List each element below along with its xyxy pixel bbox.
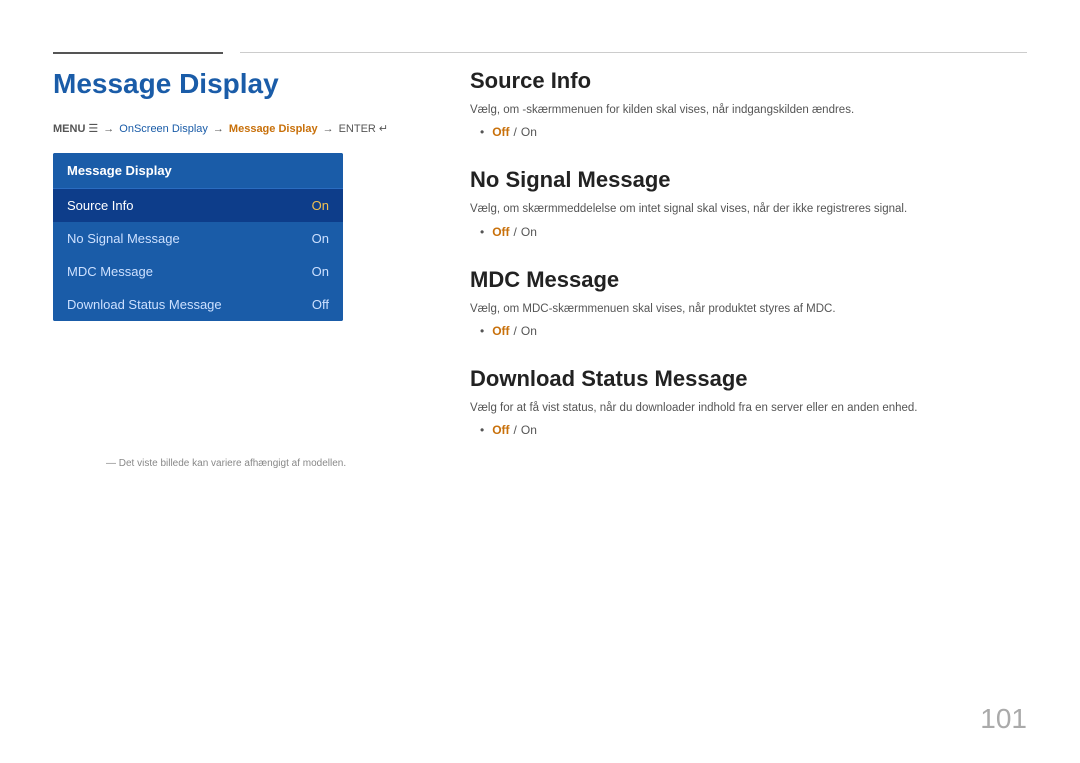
menu-item-download-value: Off: [312, 297, 329, 312]
section-no-signal-title: No Signal Message: [470, 167, 1030, 193]
bullet-no-signal: •: [480, 225, 484, 239]
menu-item-no-signal-message[interactable]: No Signal Message On: [53, 222, 343, 255]
footnote: — Det viste billede kan variere afhængig…: [106, 458, 346, 469]
option-mdc-sep: /: [514, 324, 517, 338]
section-source-info-options: • Off / On: [480, 125, 1030, 139]
menu-box-title: Message Display: [53, 153, 343, 189]
option-no-signal-sep: /: [514, 225, 517, 239]
section-mdc-options: • Off / On: [480, 324, 1030, 338]
left-panel: Message Display MENU ☰ → OnScreen Displa…: [53, 68, 413, 321]
section-no-signal-options: • Off / On: [480, 225, 1030, 239]
section-no-signal-desc: Vælg, om skærmmeddelelse om intet signal…: [470, 201, 1030, 218]
section-download-desc: Vælg for at få vist status, når du downl…: [470, 400, 1030, 417]
option-no-signal-on: On: [521, 225, 537, 239]
menu-item-download-status[interactable]: Download Status Message Off: [53, 288, 343, 321]
menu-box: Message Display Source Info On No Signal…: [53, 153, 343, 321]
option-download-on: On: [521, 423, 537, 437]
menu-item-source-info-label: Source Info: [67, 198, 134, 213]
menu-item-download-label: Download Status Message: [67, 297, 222, 312]
menu-item-no-signal-label: No Signal Message: [67, 231, 180, 246]
section-download-options: • Off / On: [480, 423, 1030, 437]
option-source-info-sep: /: [514, 125, 517, 139]
breadcrumb-item-1: OnScreen Display: [119, 123, 208, 135]
breadcrumb-arrow-3: →: [323, 123, 334, 135]
breadcrumb-menu-symbol: ☰: [88, 122, 98, 135]
top-line-right: [240, 52, 1027, 53]
option-source-info-on: On: [521, 125, 537, 139]
bullet-mdc: •: [480, 324, 484, 338]
breadcrumb: MENU ☰ → OnScreen Display → Message Disp…: [53, 122, 413, 135]
menu-item-mdc-label: MDC Message: [67, 264, 153, 279]
breadcrumb-arrow-2: →: [213, 123, 224, 135]
option-download-sep: /: [514, 423, 517, 437]
right-panel: Source Info Vælg, om -skærmmenuen for ki…: [470, 68, 1030, 465]
section-mdc-desc: Vælg, om MDC-skærmmenuen skal vises, når…: [470, 301, 1030, 318]
breadcrumb-item-2: Message Display: [229, 123, 318, 135]
section-mdc: MDC Message Vælg, om MDC-skærmmenuen ska…: [470, 267, 1030, 338]
bullet-source-info: •: [480, 125, 484, 139]
section-mdc-title: MDC Message: [470, 267, 1030, 293]
breadcrumb-arrow-1: →: [103, 123, 114, 135]
menu-item-mdc-message[interactable]: MDC Message On: [53, 255, 343, 288]
breadcrumb-enter: ENTER ↵: [339, 122, 389, 135]
top-line-left: [53, 52, 223, 54]
section-source-info: Source Info Vælg, om -skærmmenuen for ki…: [470, 68, 1030, 139]
section-source-info-desc: Vælg, om -skærmmenuen for kilden skal vi…: [470, 102, 1030, 119]
section-source-info-title: Source Info: [470, 68, 1030, 94]
option-mdc-off: Off: [492, 324, 509, 338]
page-title: Message Display: [53, 68, 413, 100]
section-download: Download Status Message Vælg for at få v…: [470, 366, 1030, 437]
menu-item-source-info[interactable]: Source Info On: [53, 189, 343, 222]
option-source-info-off: Off: [492, 125, 509, 139]
option-mdc-on: On: [521, 324, 537, 338]
option-no-signal-off: Off: [492, 225, 509, 239]
bullet-download: •: [480, 423, 484, 437]
section-download-title: Download Status Message: [470, 366, 1030, 392]
breadcrumb-menu: MENU: [53, 123, 85, 135]
menu-item-mdc-value: On: [312, 264, 329, 279]
option-download-off: Off: [492, 423, 509, 437]
page-number: 101: [980, 703, 1027, 735]
menu-item-source-info-value: On: [312, 198, 329, 213]
menu-item-no-signal-value: On: [312, 231, 329, 246]
section-no-signal: No Signal Message Vælg, om skærmmeddelel…: [470, 167, 1030, 238]
